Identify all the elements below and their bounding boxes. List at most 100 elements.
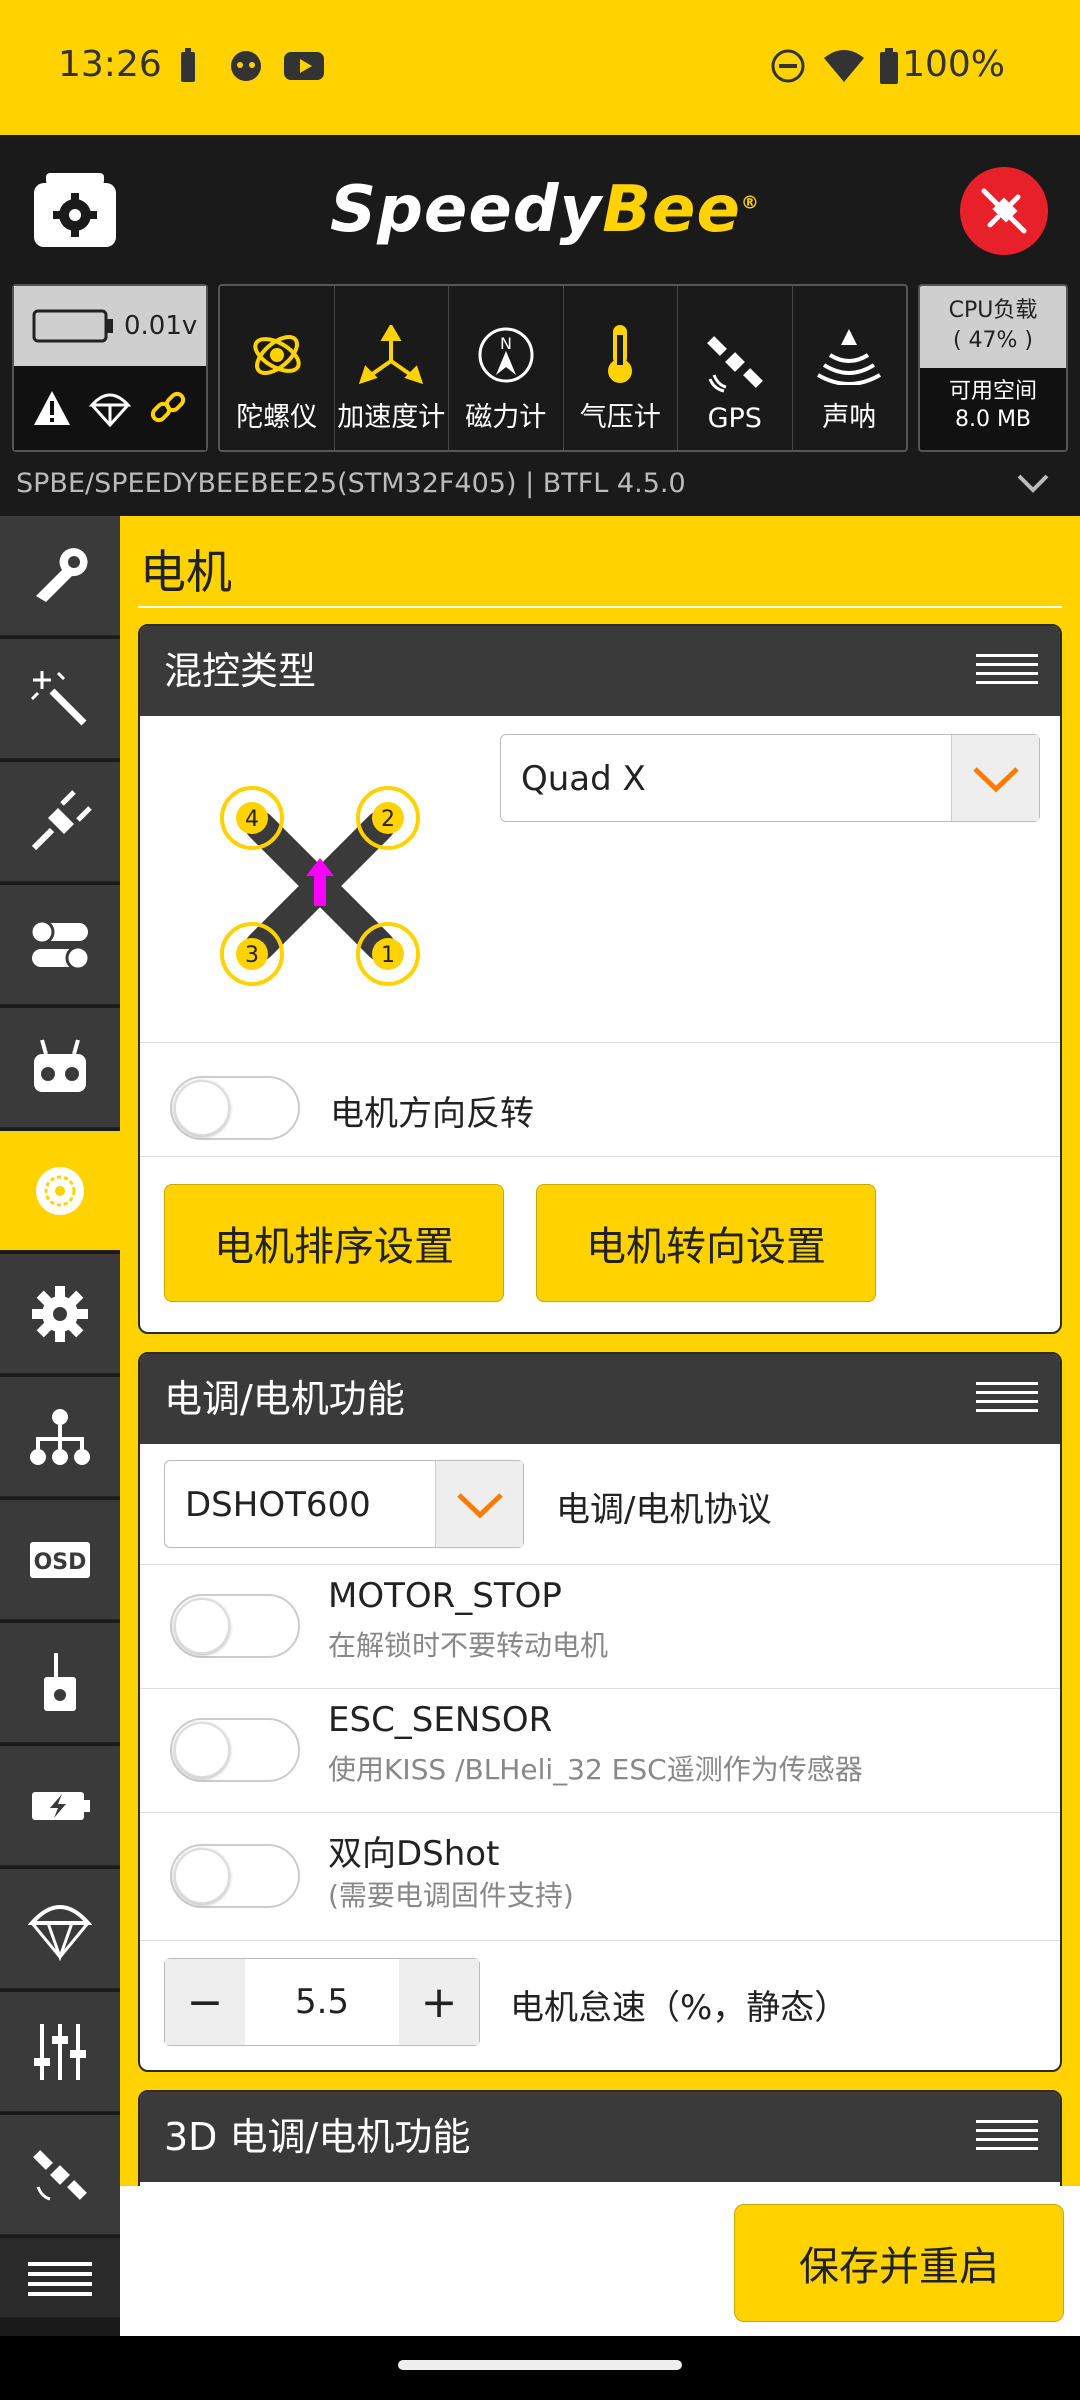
sensor-bar: 0.01v 陀螺仪 加速度计 N 磁力计 气压计 GPS 声呐 CPU负载 (… (0, 282, 1080, 454)
cpu-load-value: ( 47% ) (952, 328, 1034, 353)
decrement-button[interactable]: − (165, 1959, 245, 2045)
hamburger-icon[interactable] (976, 2120, 1038, 2156)
bidir-dshot-title: 双向DShot (328, 1834, 500, 1874)
esc-panel: 电调/电机功能 DSHOT600 电调/电机协议 MOTOR_STOP 在解锁时… (138, 1352, 1062, 2072)
sidebar-item-power[interactable] (0, 1746, 120, 1866)
status-bar: 13:26 100% (0, 0, 1080, 135)
sidebar-item-osd[interactable]: OSD (0, 1500, 120, 1620)
motor-order-button[interactable]: 电机排序设置 (164, 1184, 504, 1302)
motor-number-1: 1 (381, 943, 395, 968)
battery-small-icon (181, 48, 195, 82)
motor-idle-value[interactable]: 5.5 (245, 1959, 399, 2045)
sidebar-item-failsafe[interactable] (0, 1869, 120, 1989)
unplug-icon (981, 188, 1027, 234)
title-divider (138, 606, 1062, 608)
bidir-dshot-toggle[interactable] (170, 1844, 300, 1908)
motor-direction-button[interactable]: 电机转向设置 (536, 1184, 876, 1302)
sidebar-item-receiver[interactable] (0, 1008, 120, 1128)
hamburger-icon[interactable] (976, 654, 1038, 690)
svg-text:OSD: OSD (34, 1550, 87, 1575)
battery-full-icon (880, 48, 898, 84)
dropdown-arrow-icon (951, 735, 1039, 821)
cpu-load-label: CPU负载 (948, 298, 1038, 323)
clock: 13:26 (58, 44, 162, 85)
battery-voltage: 0.01v (124, 311, 198, 341)
main-content: 电机 混控类型 4 2 3 1 Quad X 电机方向反转 电机排序设置 电机转… (120, 516, 1080, 2186)
sensor-baro: 气压计 (564, 286, 678, 450)
tree-icon (30, 1408, 90, 1465)
toolbox-button[interactable] (30, 165, 120, 255)
sensor-accel: 加速度计 (335, 286, 449, 450)
sensor-gyro: 陀螺仪 (220, 286, 335, 450)
hamburger-icon[interactable] (976, 1382, 1038, 1418)
quad-x-diagram: 4 2 3 1 (220, 786, 420, 986)
motor-number-2: 2 (381, 807, 395, 832)
wifi-icon (824, 50, 864, 82)
mixer-type-select[interactable]: Quad X (500, 734, 1040, 822)
sidebar-item-wizard[interactable] (0, 639, 120, 759)
esc-sensor-toggle[interactable] (170, 1718, 300, 1782)
bottom-action-bar: 保存并重启 (120, 2186, 1080, 2336)
toggles-icon (29, 919, 91, 970)
esc-sensor-desc: 使用KISS /BLHeli_32 ESC遥测作为传感器 (328, 1753, 863, 1786)
firmware-text: SPBE/SPEEDYBEEBEE25(STM32F405) | BTFL 4.… (16, 468, 686, 499)
dropdown-arrow-icon (435, 1461, 523, 1547)
motor-number-3: 3 (245, 943, 259, 968)
wizard-icon (30, 670, 87, 725)
parachute-icon (88, 393, 131, 427)
free-space-value: 8.0 MB (954, 407, 1032, 432)
receiver-icon (34, 1038, 86, 1092)
sidebar-item-gps[interactable] (0, 2115, 120, 2235)
sensor-gps: GPS (678, 286, 793, 450)
sidebar-item-tuning[interactable] (0, 1992, 120, 2112)
sensor-mag: N 磁力计 (449, 286, 564, 450)
disconnect-button[interactable] (960, 167, 1048, 255)
toolbox-gear-icon (34, 173, 116, 247)
sidebar-menu-button[interactable] (0, 2238, 120, 2318)
motor-icon (36, 1166, 84, 1215)
system-nav-bar (0, 2336, 1080, 2400)
chevron-down-icon[interactable] (1016, 472, 1050, 494)
sidebar-item-presets[interactable] (0, 1377, 120, 1497)
sonar-icon (817, 329, 882, 385)
motor-idle-stepper[interactable]: − 5.5 + (164, 1958, 480, 2046)
plug-icon (31, 789, 92, 850)
thermometer-icon (608, 325, 633, 383)
battery-status: 0.01v (12, 284, 208, 452)
osd-icon: OSD (30, 1541, 90, 1578)
esc-protocol-select[interactable]: DSHOT600 (164, 1460, 524, 1548)
gyro-icon (253, 335, 301, 375)
esc-protocol-label: 电调/电机协议 (556, 1490, 772, 1530)
sensor-sonar: 声呐 (793, 286, 907, 450)
motor-stop-toggle[interactable] (170, 1594, 300, 1658)
esc-panel-header: 电调/电机功能 (140, 1354, 1060, 1444)
bidir-dshot-desc: (需要电调固件支持) (328, 1879, 574, 1912)
sidebar-item-vtx[interactable] (0, 1623, 120, 1743)
satellite-icon (706, 336, 763, 393)
brand-logo: SpeedyBee® (330, 173, 760, 247)
motor-stop-desc: 在解锁时不要转动电机 (328, 1629, 609, 1662)
sidebar-item-setup[interactable] (0, 516, 120, 636)
sidebar-item-motors[interactable] (0, 1131, 120, 1251)
motor-reverse-toggle[interactable] (170, 1076, 300, 1140)
battery-outline-icon (32, 309, 113, 343)
firmware-bar[interactable]: SPBE/SPEEDYBEEBEE25(STM32F405) | BTFL 4.… (0, 458, 1080, 516)
motor-idle-label: 电机怠速（%，静态） (510, 1988, 849, 2028)
sidebar-item-ports[interactable] (0, 762, 120, 882)
sidebar: OSD (0, 516, 120, 2336)
free-space-label: 可用空间 (948, 379, 1037, 404)
esc3d-panel-header: 3D 电调/电机功能 (140, 2092, 1060, 2182)
compass-icon: N (478, 327, 534, 383)
save-reboot-button[interactable]: 保存并重启 (734, 2204, 1064, 2322)
svg-text:N: N (500, 334, 512, 353)
motor-stop-title: MOTOR_STOP (328, 1576, 562, 1616)
battery-percent: 100% (902, 44, 1005, 85)
sidebar-item-config[interactable] (0, 1254, 120, 1374)
page-title: 电机 (140, 545, 232, 599)
sidebar-item-modes[interactable] (0, 885, 120, 1005)
home-gesture-pill[interactable] (398, 2360, 682, 2370)
increment-button[interactable]: + (399, 1959, 479, 2045)
warning-icon (34, 391, 71, 425)
mixer-panel-header: 混控类型 (140, 626, 1060, 716)
app-header: SpeedyBee® (0, 135, 1080, 282)
